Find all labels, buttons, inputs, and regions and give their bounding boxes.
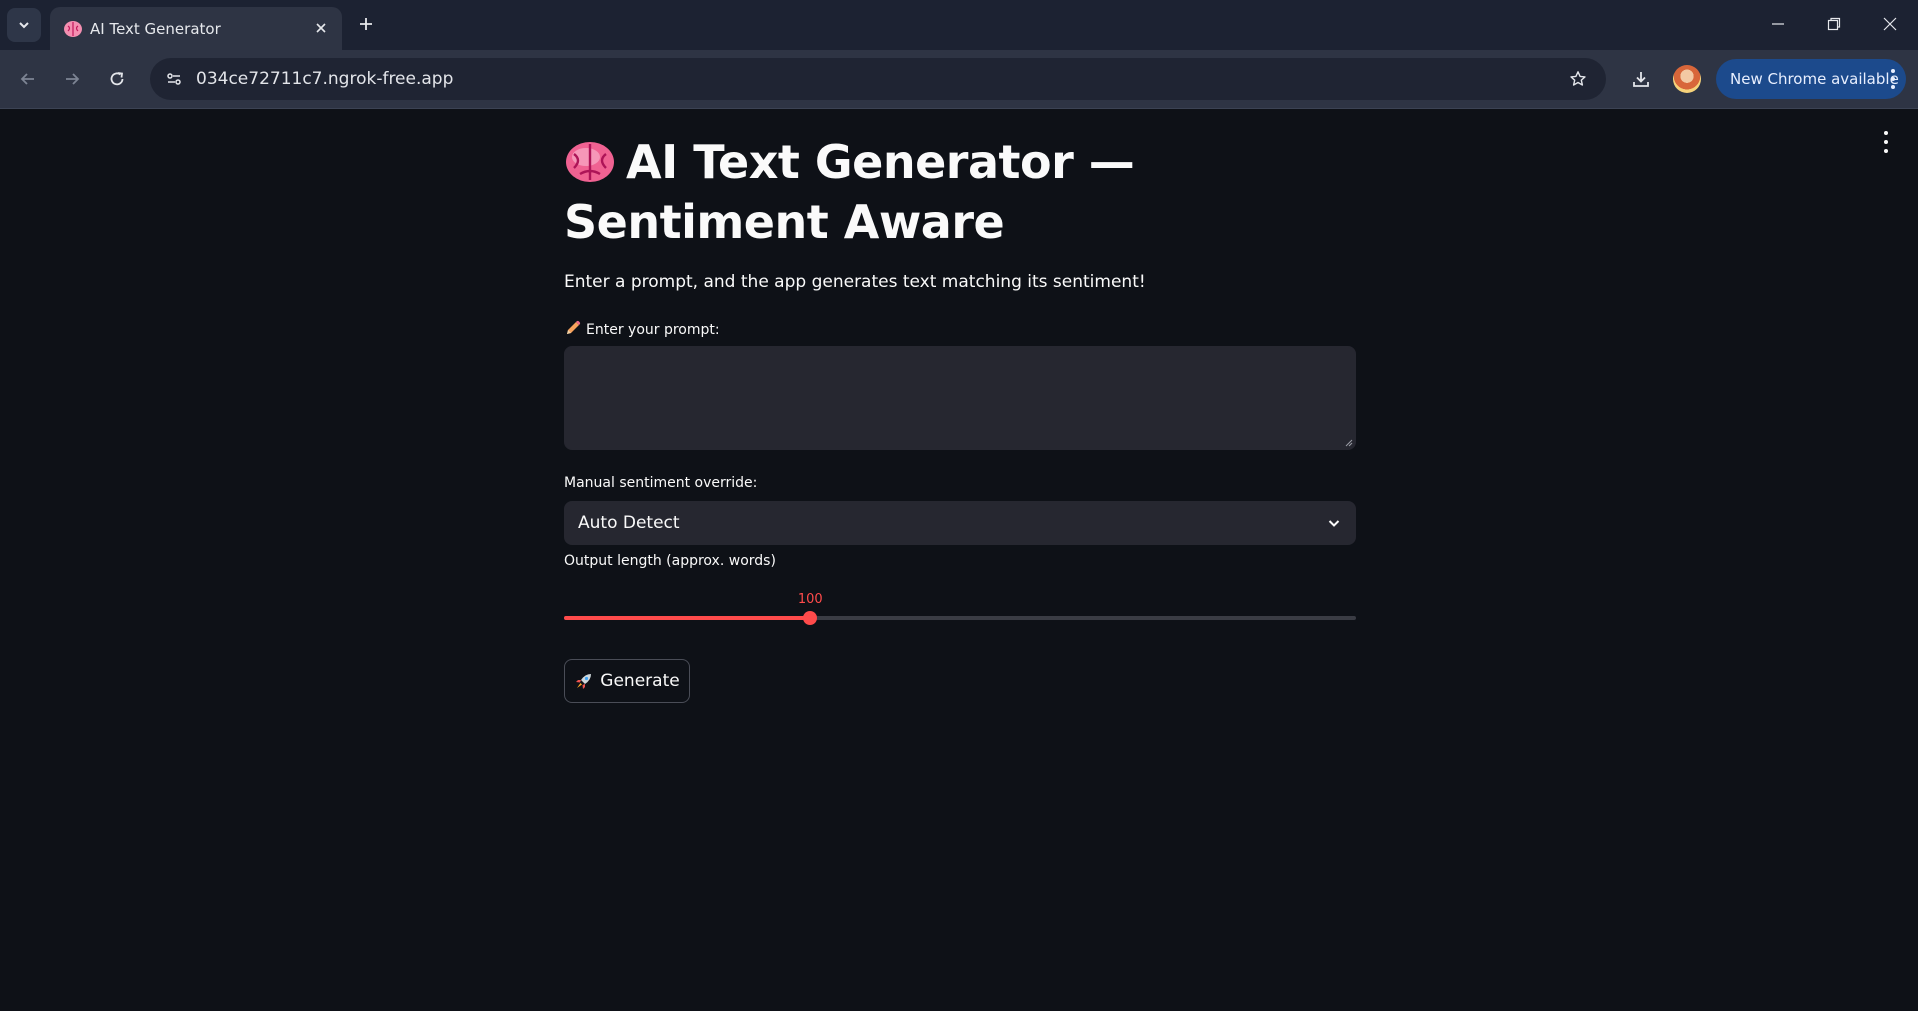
reload-button[interactable] [101, 63, 133, 95]
minimize-icon [1772, 23, 1784, 25]
site-info-button[interactable] [158, 63, 190, 95]
chrome-update-label: New Chrome available [1730, 70, 1899, 88]
chevron-down-icon [19, 22, 29, 29]
bookmark-button[interactable] [1562, 63, 1594, 95]
forward-button[interactable] [56, 63, 88, 95]
tab-title: AI Text Generator [90, 20, 221, 38]
resize-grip-icon[interactable] [1345, 439, 1353, 447]
restore-icon [1827, 17, 1841, 31]
brain-icon [566, 142, 614, 182]
page-title-text: AI Text Generator — Sentiment Aware [564, 135, 1135, 249]
sentiment-selected-value: Auto Detect [578, 513, 680, 533]
rocket-icon [576, 674, 592, 689]
window-close-button[interactable] [1862, 0, 1918, 48]
sentiment-label: Manual sentiment override: [564, 475, 758, 491]
site-info-icon [167, 73, 181, 85]
brain-icon [64, 21, 82, 37]
more-vert-icon[interactable] [1890, 69, 1896, 89]
tab-close-button[interactable] [310, 17, 332, 39]
chrome-update-button[interactable]: New Chrome available [1716, 59, 1906, 99]
page-subtitle: Enter a prompt, and the app generates te… [564, 272, 1146, 292]
back-arrow-icon [20, 73, 34, 85]
slider-fill [564, 616, 811, 620]
minimize-button[interactable] [1750, 0, 1806, 48]
tab-search-button[interactable] [7, 8, 41, 42]
restore-button[interactable] [1806, 0, 1862, 48]
length-label: Output length (approx. words) [564, 553, 776, 569]
browser-toolbar: 034ce72711c7.ngrok-free.app New Chrome a… [0, 50, 1918, 109]
url-text[interactable]: 034ce72711c7.ngrok-free.app [196, 69, 453, 89]
generate-button[interactable]: Generate [564, 659, 690, 703]
download-icon [1633, 72, 1649, 87]
new-tab-button[interactable] [352, 10, 380, 38]
back-button[interactable] [12, 63, 44, 95]
forward-arrow-icon [66, 73, 80, 85]
sentiment-select[interactable]: Auto Detect [564, 501, 1356, 545]
app-menu-icon[interactable] [1880, 131, 1892, 153]
prompt-label: Enter your prompt: [564, 319, 720, 338]
reload-icon [110, 72, 124, 86]
slider-value: 100 [797, 592, 823, 607]
pencil-icon [567, 320, 581, 334]
star-icon [1570, 71, 1586, 86]
browser-tabstrip: AI Text Generator [0, 0, 1918, 50]
browser-tab[interactable]: AI Text Generator [50, 7, 342, 50]
prompt-label-text: Enter your prompt: [586, 322, 720, 338]
profile-avatar[interactable] [1673, 65, 1701, 93]
close-icon [316, 23, 326, 33]
chevron-down-icon [1328, 520, 1340, 527]
downloads-button[interactable] [1625, 63, 1657, 95]
page-title: AI Text Generator — Sentiment Aware [564, 132, 1356, 252]
length-slider[interactable] [564, 611, 1356, 625]
address-bar[interactable]: 034ce72711c7.ngrok-free.app [150, 58, 1606, 100]
generate-label: Generate [600, 671, 680, 691]
prompt-input[interactable] [564, 346, 1356, 450]
plus-icon [360, 18, 372, 30]
window-close-icon [1883, 17, 1897, 31]
